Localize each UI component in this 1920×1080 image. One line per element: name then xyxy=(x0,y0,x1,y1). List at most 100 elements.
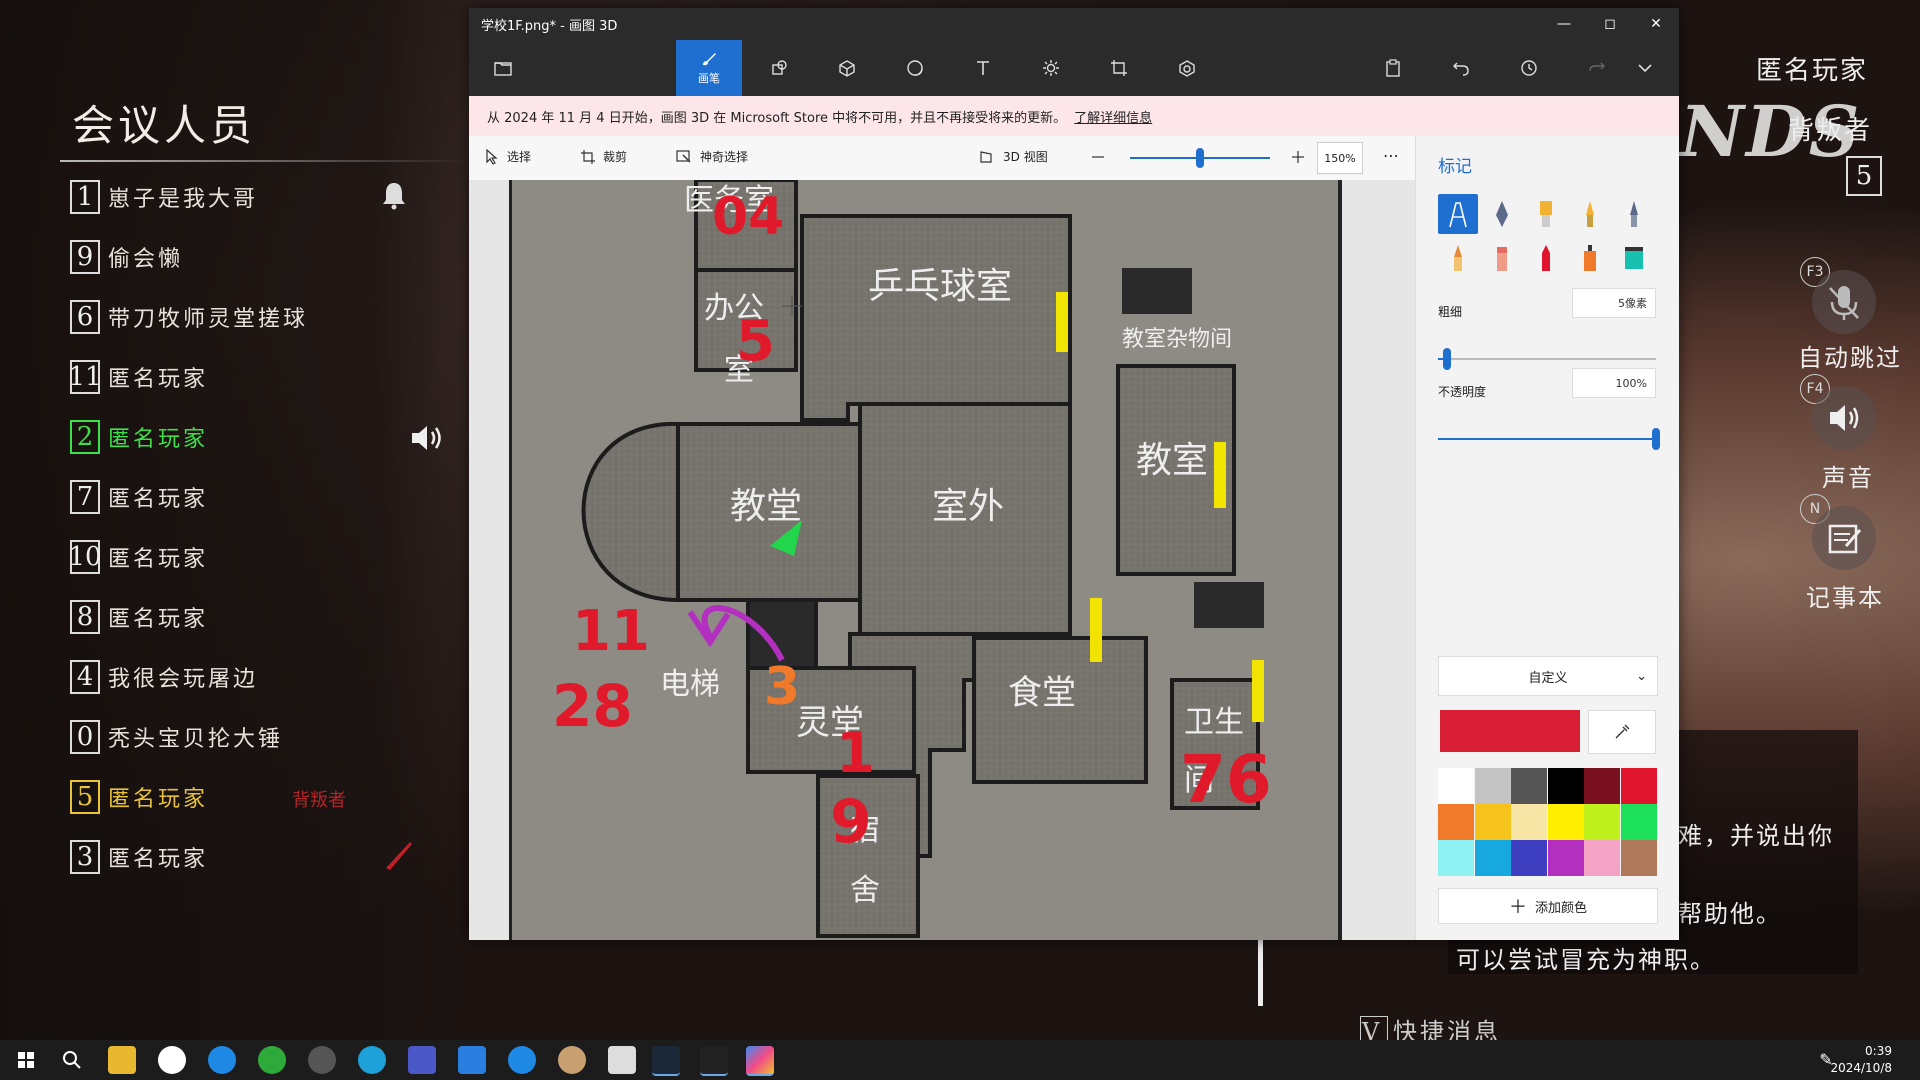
opacity-input[interactable]: 100% xyxy=(1572,368,1656,398)
magic-select-button[interactable]: 神奇选择 xyxy=(676,148,748,165)
game-icon[interactable] xyxy=(700,1046,728,1076)
qq-icon[interactable] xyxy=(158,1046,186,1074)
effects-tool[interactable] xyxy=(1031,48,1071,88)
color-mode-dropdown[interactable]: 自定义 ⌄ xyxy=(1438,656,1658,696)
app-icon[interactable] xyxy=(458,1046,486,1074)
app-icon[interactable] xyxy=(408,1046,436,1074)
3d-library-tool[interactable] xyxy=(1167,48,1207,88)
zoom-value[interactable]: 150% xyxy=(1317,142,1363,174)
minimize-button[interactable]: — xyxy=(1541,8,1587,40)
search-icon[interactable] xyxy=(58,1046,86,1074)
thickness-input[interactable]: 5像素 xyxy=(1572,288,1656,318)
expand-button[interactable] xyxy=(1625,48,1665,88)
color-swatch[interactable] xyxy=(1474,840,1511,876)
pencil-brush[interactable] xyxy=(1438,238,1478,278)
color-swatch[interactable] xyxy=(1547,840,1584,876)
add-color-button[interactable]: ＋ 添加颜色 xyxy=(1438,888,1658,924)
member-row[interactable]: 1 崽子是我大哥 xyxy=(70,177,258,217)
file-explorer-icon[interactable] xyxy=(108,1046,136,1074)
app-icon[interactable] xyxy=(558,1046,586,1074)
menu-button[interactable] xyxy=(483,48,523,88)
color-swatch[interactable] xyxy=(1438,768,1474,804)
mic-button[interactable] xyxy=(1812,270,1876,334)
brushes-label: 画笔 xyxy=(698,72,720,85)
member-row[interactable]: 2 匿名玩家 xyxy=(70,417,208,457)
close-button[interactable]: ✕ xyxy=(1633,8,1679,40)
color-swatch[interactable] xyxy=(1547,804,1584,840)
marker-brush[interactable] xyxy=(1438,194,1478,234)
oil-brush[interactable] xyxy=(1526,194,1566,234)
zoom-slider-thumb[interactable] xyxy=(1196,148,1204,168)
maximize-button[interactable]: ◻ xyxy=(1587,8,1633,40)
member-row[interactable]: 5 匿名玩家 xyxy=(70,777,208,817)
history-button[interactable] xyxy=(1509,48,1549,88)
color-swatch[interactable] xyxy=(1511,840,1547,876)
text-tool[interactable] xyxy=(963,48,1003,88)
xbox-icon[interactable] xyxy=(258,1046,286,1074)
member-row[interactable]: 3 匿名玩家 xyxy=(70,837,208,877)
3d-shapes-tool[interactable] xyxy=(827,48,867,88)
member-row[interactable]: 10 匿名玩家 xyxy=(68,537,208,577)
pixel-pen-brush[interactable] xyxy=(1614,194,1654,234)
color-swatch[interactable] xyxy=(1438,804,1474,840)
clock[interactable]: 0:39 2024/10/8 xyxy=(1830,1043,1892,1077)
member-row[interactable]: 8 匿名玩家 xyxy=(70,597,208,637)
thickness-slider-thumb[interactable] xyxy=(1443,348,1451,370)
eraser-brush[interactable] xyxy=(1482,238,1522,278)
color-swatch[interactable] xyxy=(1438,840,1474,876)
color-swatch[interactable] xyxy=(1474,804,1511,840)
current-color-swatch[interactable] xyxy=(1440,710,1580,752)
member-row[interactable]: 0 秃头宝贝抡大锤 xyxy=(70,717,283,757)
undo-button[interactable] xyxy=(1441,48,1481,88)
color-swatch[interactable] xyxy=(1620,768,1657,804)
member-row[interactable]: 11 匿名玩家 xyxy=(68,357,208,397)
color-swatch[interactable] xyxy=(1547,768,1584,804)
3d-view-button[interactable]: 3D 视图 xyxy=(979,148,1048,165)
stickers-tool[interactable] xyxy=(895,48,935,88)
member-row[interactable]: 6 带刀牧师灵堂搓球 xyxy=(70,297,308,337)
text-icon xyxy=(977,61,989,75)
zoom-in-button[interactable] xyxy=(1291,150,1305,164)
redo-button[interactable] xyxy=(1577,48,1617,88)
member-row[interactable]: 9 偷会懒 xyxy=(70,237,183,277)
edge-icon[interactable] xyxy=(358,1046,386,1074)
fill-bucket-brush[interactable] xyxy=(1614,238,1654,278)
color-swatch[interactable] xyxy=(1620,804,1657,840)
member-row[interactable]: 7 匿名玩家 xyxy=(70,477,208,517)
color-swatch[interactable] xyxy=(1511,768,1547,804)
app-icon[interactable] xyxy=(208,1046,236,1074)
brushes-tool[interactable]: 画笔 xyxy=(676,40,742,96)
2d-shapes-tool[interactable] xyxy=(759,48,799,88)
color-swatch[interactable] xyxy=(1584,768,1620,804)
eyedropper-button[interactable] xyxy=(1588,710,1656,754)
watercolor-brush[interactable] xyxy=(1570,194,1610,234)
app-icon[interactable] xyxy=(508,1046,536,1074)
thickness-slider[interactable] xyxy=(1438,358,1656,360)
opacity-slider-thumb[interactable] xyxy=(1652,428,1660,450)
color-swatch[interactable] xyxy=(1584,840,1620,876)
zoom-out-button[interactable] xyxy=(1091,150,1105,164)
spray-can-brush[interactable] xyxy=(1570,238,1610,278)
color-swatch[interactable] xyxy=(1584,804,1620,840)
crop-button[interactable]: 裁剪 xyxy=(581,148,627,165)
steam-icon[interactable] xyxy=(652,1046,680,1076)
more-options-button[interactable]: ⋯ xyxy=(1383,146,1399,165)
windows-start-icon[interactable] xyxy=(12,1046,40,1074)
paste-button[interactable] xyxy=(1373,48,1413,88)
canvas-area[interactable]: 医务室 乒乓球室 办公 室 教室杂物间 教堂 室外 教室 电梯 灵堂 食堂 卫生… xyxy=(469,180,1415,940)
color-swatch[interactable] xyxy=(1511,804,1547,840)
member-row[interactable]: 4 我很会玩屠边 xyxy=(70,657,258,697)
sound-button[interactable] xyxy=(1812,386,1876,450)
crayon-brush[interactable] xyxy=(1526,238,1566,278)
color-swatch[interactable] xyxy=(1620,840,1657,876)
notepad-button[interactable] xyxy=(1812,506,1876,570)
app-icon[interactable] xyxy=(608,1046,636,1074)
color-swatch[interactable] xyxy=(1474,768,1511,804)
app-icon[interactable] xyxy=(308,1046,336,1074)
learn-more-link[interactable]: 了解详细信息 xyxy=(1074,107,1152,126)
calligraphy-pen-brush[interactable] xyxy=(1482,194,1522,234)
canvas-tool[interactable] xyxy=(1099,48,1139,88)
school-map[interactable]: 医务室 乒乓球室 办公 室 教室杂物间 教堂 室外 教室 电梯 灵堂 食堂 卫生… xyxy=(512,180,1338,940)
paint3d-icon[interactable] xyxy=(746,1046,774,1076)
select-button[interactable]: 选择 xyxy=(485,148,531,165)
